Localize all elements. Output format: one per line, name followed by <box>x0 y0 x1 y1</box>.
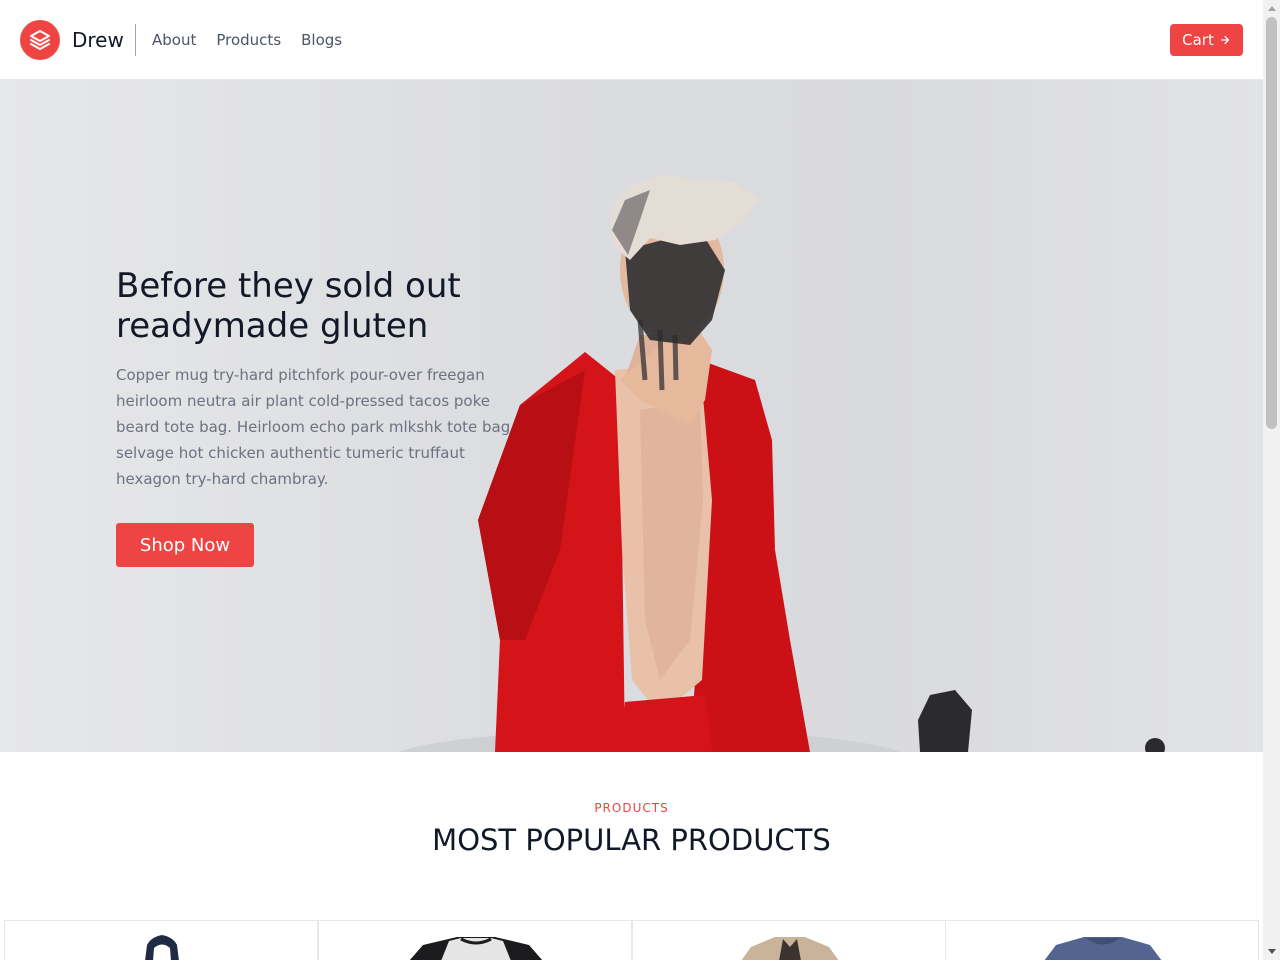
nav-link-blogs[interactable]: Blogs <box>301 30 342 50</box>
hero-description: Copper mug try-hard pitchfork pour-over … <box>116 366 511 488</box>
triangle-up-icon <box>1267 6 1276 11</box>
raglan-tee-black-white-image <box>409 937 543 960</box>
tee-blue-image <box>1044 937 1162 960</box>
hero-title: Before they sold out readymade gluten <box>116 266 461 346</box>
arrow-right-icon <box>1220 35 1229 45</box>
cart-button[interactable]: Cart <box>1170 24 1243 56</box>
products-heading: MOST POPULAR PRODUCTS <box>432 823 831 857</box>
nav-link-about[interactable]: About <box>152 30 196 50</box>
main-nav: About Products Blogs <box>152 30 342 50</box>
scroll-thumb[interactable] <box>1266 17 1277 429</box>
site-header: Drew About Products Blogs Cart <box>0 0 1263 80</box>
product-card[interactable] <box>632 920 946 960</box>
triangle-down-icon <box>1267 949 1276 954</box>
shop-now-button[interactable]: Shop Now <box>116 523 254 567</box>
jacket-tan-image <box>741 937 839 960</box>
nav-link-products[interactable]: Products <box>216 30 281 50</box>
products-eyebrow: PRODUCTS <box>594 801 669 815</box>
cart-button-label: Cart <box>1182 31 1214 49</box>
page-scrollbar[interactable] <box>1263 0 1280 960</box>
layers-icon <box>30 30 50 50</box>
brand-divider <box>135 24 136 56</box>
product-card[interactable] <box>945 920 1259 960</box>
scroll-up-arrow[interactable] <box>1263 0 1280 17</box>
product-card[interactable] <box>4 920 318 960</box>
scroll-down-arrow[interactable] <box>1263 943 1280 960</box>
hero-section: Before they sold out readymade gluten Co… <box>0 80 1263 752</box>
product-card[interactable] <box>318 920 632 960</box>
logo-link[interactable] <box>20 20 60 60</box>
hoodie-navy-image <box>145 935 179 960</box>
brand-name[interactable]: Drew <box>72 28 124 52</box>
